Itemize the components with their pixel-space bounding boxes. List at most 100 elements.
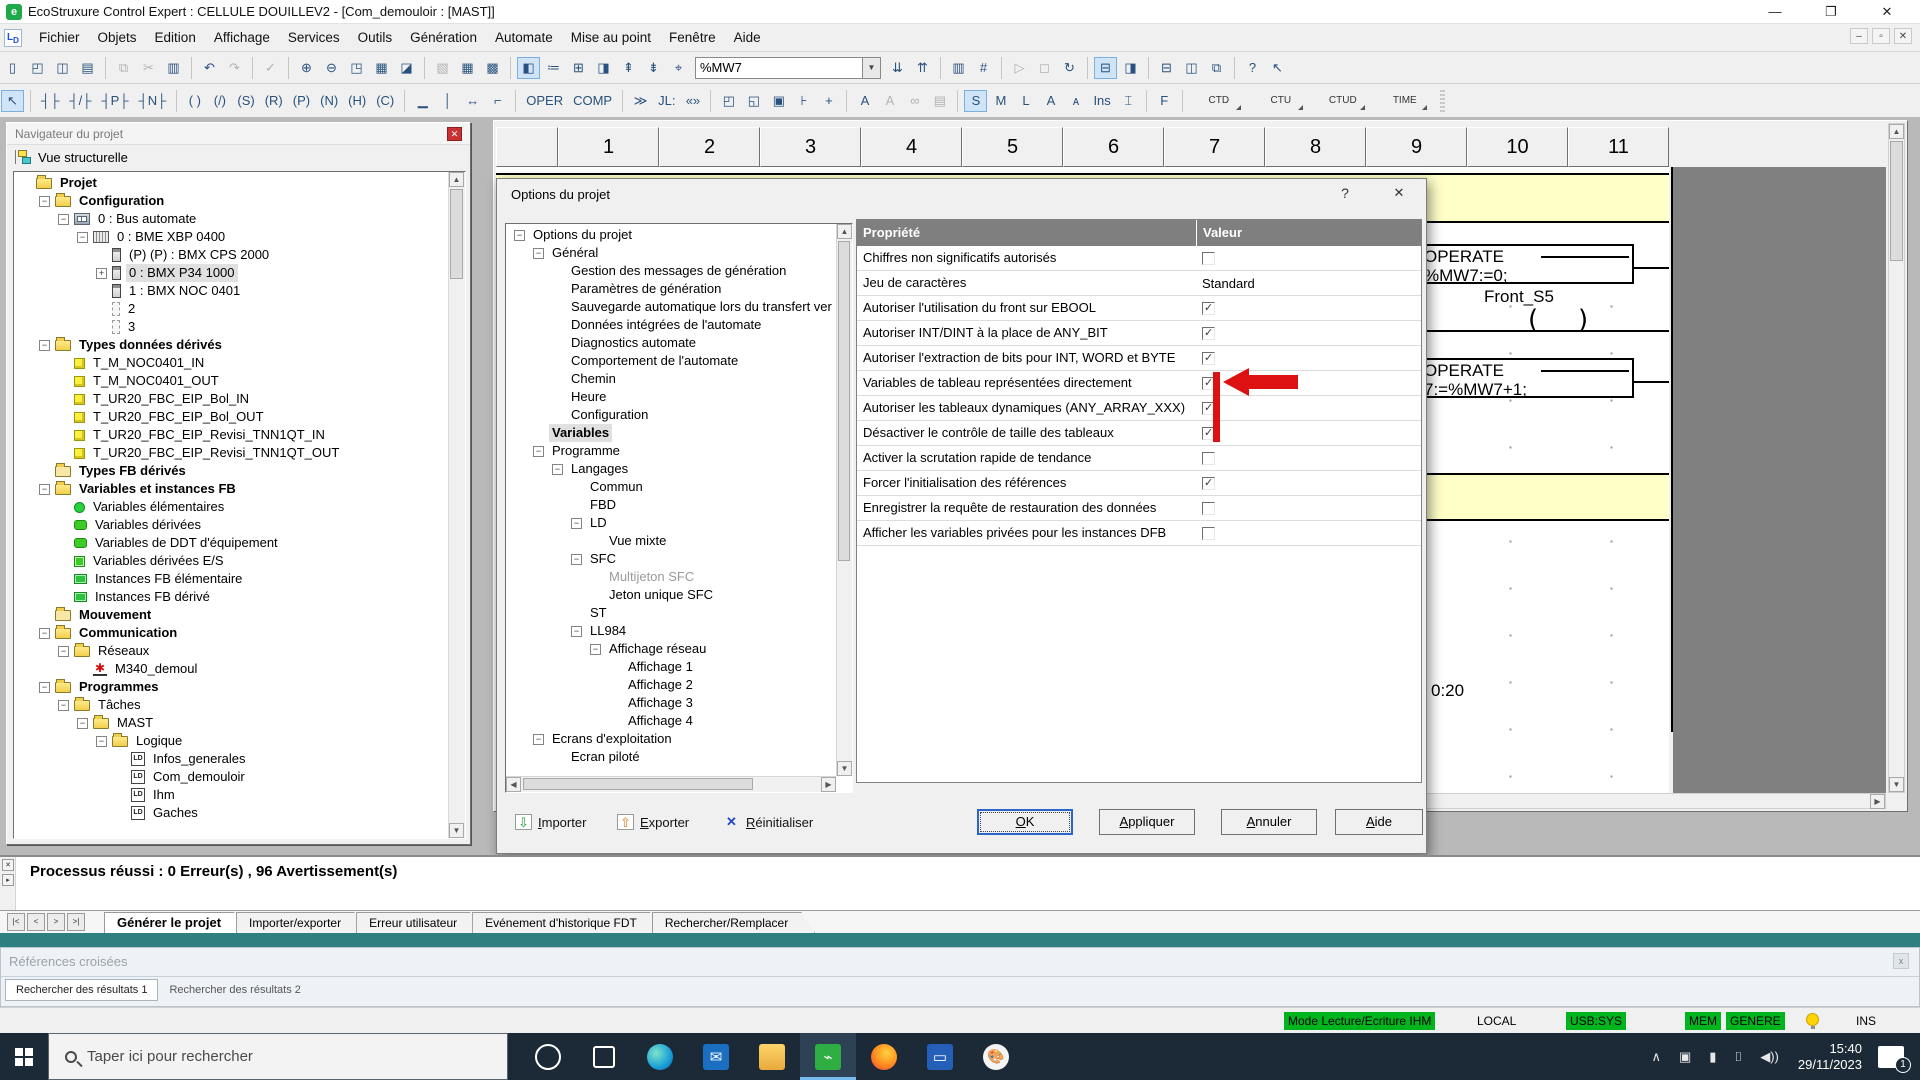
options-tree-item[interactable]: −Programme: [508, 442, 836, 460]
tab-first-button[interactable]: |<: [7, 913, 25, 931]
ctu-block-button[interactable]: CTU: [1256, 89, 1306, 113]
navigator-tree-item[interactable]: Mouvement: [14, 606, 448, 624]
expander-icon[interactable]: −: [571, 518, 582, 529]
ctud-block-button[interactable]: CTUD: [1318, 89, 1368, 113]
ecostruxure-taskbar-icon[interactable]: ⌁: [800, 1033, 856, 1080]
output-tab-importer-exporter[interactable]: Importer/exporter: [236, 912, 368, 933]
coil-icon[interactable]: ): [1578, 305, 1588, 335]
zoom-in-icon[interactable]: ⊕: [295, 57, 318, 79]
expander-icon[interactable]: −: [571, 554, 582, 565]
address-combobox-value[interactable]: %MW7: [695, 57, 863, 79]
options-tree-item[interactable]: Ecran piloté: [508, 748, 836, 766]
expander-icon[interactable]: −: [590, 644, 601, 655]
output-tab-g-n-rer-le-projet[interactable]: Générer le projet: [104, 912, 248, 933]
dialog-help-button[interactable]: ?: [1333, 185, 1357, 201]
navigator-tree-item[interactable]: Variables dérivées: [14, 516, 448, 534]
options-tree-item[interactable]: −Ecrans d'exploitation: [508, 730, 836, 748]
contact-p-icon[interactable]: ┤P├: [97, 90, 132, 112]
minimize-button[interactable]: —: [1752, 0, 1798, 23]
options-tree-item[interactable]: Commun: [508, 478, 836, 496]
menu-mise-au-point[interactable]: Mise au point: [562, 30, 660, 45]
child-minimize-button[interactable]: –: [1850, 28, 1868, 44]
taskbar-search-input[interactable]: Taper ici pour rechercher: [48, 1033, 508, 1080]
navigator-tree-item[interactable]: Variables dérivées E/S: [14, 552, 448, 570]
navigator-tree-item[interactable]: −Communication: [14, 624, 448, 642]
options-tree-item[interactable]: Sauvegarde automatique lors du transfert…: [508, 298, 836, 316]
options-tree-item[interactable]: Diagnostics automate: [508, 334, 836, 352]
search-binoculars-icon[interactable]: ⌖: [667, 57, 690, 79]
options-tree-vscrollbar[interactable]: ▲ ▼: [836, 224, 852, 776]
menu-affichage[interactable]: Affichage: [205, 30, 279, 45]
dialog-close-button[interactable]: ✕: [1387, 185, 1411, 201]
expander-icon[interactable]: +: [96, 268, 107, 279]
coil-reset-icon[interactable]: (R): [261, 90, 287, 112]
options-tree-item[interactable]: Multijeton SFC: [508, 568, 836, 586]
checkbox[interactable]: [1202, 327, 1215, 340]
output-close-icon[interactable]: ✕: [2, 859, 14, 871]
coil-p-icon[interactable]: (P): [289, 90, 314, 112]
expander-icon[interactable]: −: [77, 718, 88, 729]
operate-block-icon[interactable]: OPER: [522, 90, 567, 112]
navigator-tree-item[interactable]: T_UR20_FBC_EIP_Revisi_TNN1QT_OUT: [14, 444, 448, 462]
navigator-tree-item[interactable]: M340_demoul: [14, 660, 448, 678]
expander-icon[interactable]: −: [39, 340, 50, 351]
appliquer-button[interactable]: Appliquer: [1099, 809, 1195, 835]
font-smaller-icon[interactable]: ᴀ: [1064, 90, 1087, 112]
navigator-tree-item[interactable]: −Tâches: [14, 696, 448, 714]
transfer-to-plc-icon[interactable]: ⇊: [886, 57, 909, 79]
options-tree-item[interactable]: ST: [508, 604, 836, 622]
property-row[interactable]: Autoriser les tableaux dynamiques (ANY_A…: [857, 396, 1421, 421]
tray-device-icon[interactable]: ▣: [1679, 1049, 1691, 1065]
mail-icon[interactable]: ✉: [688, 1033, 744, 1080]
zoom-page-icon[interactable]: ◳: [345, 57, 368, 79]
menu-outils[interactable]: Outils: [349, 30, 402, 45]
expander-icon[interactable]: −: [58, 646, 69, 657]
options-tree-item[interactable]: Heure: [508, 388, 836, 406]
ffb-box-icon[interactable]: ◱: [742, 90, 765, 112]
navigator-tree-item[interactable]: Ihm: [14, 786, 448, 804]
contact-no-icon[interactable]: ┤├: [37, 90, 63, 112]
property-row[interactable]: Autoriser l'extraction de bits pour INT,…: [857, 346, 1421, 371]
goto-next-icon[interactable]: ⇟: [642, 57, 665, 79]
navigator-tree-item[interactable]: Projet: [14, 174, 448, 192]
menu-g-n-ration[interactable]: Génération: [401, 30, 486, 45]
exporter-button[interactable]: ⇧Exporter: [617, 811, 689, 833]
navigator-tree-item[interactable]: Variables élémentaires: [14, 498, 448, 516]
goto-previous-icon[interactable]: ⇞: [617, 57, 640, 79]
navigator-tree-item[interactable]: T_UR20_FBC_EIP_Revisi_TNN1QT_IN: [14, 426, 448, 444]
tray-network-icon[interactable]: ⌷: [1734, 1049, 1742, 1065]
navigator-tree-item[interactable]: T_UR20_FBC_EIP_Bol_OUT: [14, 408, 448, 426]
navigator-tree-item[interactable]: −Configuration: [14, 192, 448, 210]
navigator-tree-item[interactable]: Infos_generales: [14, 750, 448, 768]
inspect-icon[interactable]: ∞: [903, 90, 926, 112]
navigator-close-icon[interactable]: ✕: [447, 127, 462, 141]
aide-button[interactable]: Aide: [1335, 809, 1423, 835]
expander-icon[interactable]: −: [39, 682, 50, 693]
new-file-icon[interactable]: ▯: [1, 57, 24, 79]
ffb-wizard-icon[interactable]: ◰: [717, 90, 740, 112]
options-tree-item[interactable]: Affichage 3: [508, 694, 836, 712]
checkbox[interactable]: [1202, 502, 1215, 515]
open-file-icon[interactable]: ◰: [26, 57, 49, 79]
draw-vline-icon[interactable]: │: [436, 90, 459, 112]
expander-icon[interactable]: −: [39, 196, 50, 207]
options-tree-item[interactable]: Configuration: [508, 406, 836, 424]
dtm-browser-icon[interactable]: ◨: [592, 57, 615, 79]
navigator-tree-item[interactable]: Variables de DDT d'équipement: [14, 534, 448, 552]
ffb-input-icon[interactable]: ⊦: [792, 90, 815, 112]
output-expand-icon[interactable]: ▸: [2, 874, 14, 886]
ok-button[interactable]: OK: [977, 809, 1073, 835]
navigator-tree-item[interactable]: −Logique: [14, 732, 448, 750]
help-icon[interactable]: ?: [1241, 57, 1264, 79]
font-medium-icon[interactable]: M: [989, 90, 1012, 112]
font-bigger-icon[interactable]: A: [1039, 90, 1062, 112]
font-large-icon[interactable]: L: [1014, 90, 1037, 112]
navigator-tree-item[interactable]: −0 : Bus automate: [14, 210, 448, 228]
annuler-button[interactable]: Annuler: [1221, 809, 1317, 835]
checkbox[interactable]: [1202, 527, 1215, 540]
analyze-project-icon[interactable]: ▧: [431, 57, 454, 79]
generate-changes-icon[interactable]: ▦: [456, 57, 479, 79]
menu-services[interactable]: Services: [279, 30, 349, 45]
notification-center-icon[interactable]: 1: [1878, 1046, 1904, 1068]
options-tree-item[interactable]: −SFC: [508, 550, 836, 568]
